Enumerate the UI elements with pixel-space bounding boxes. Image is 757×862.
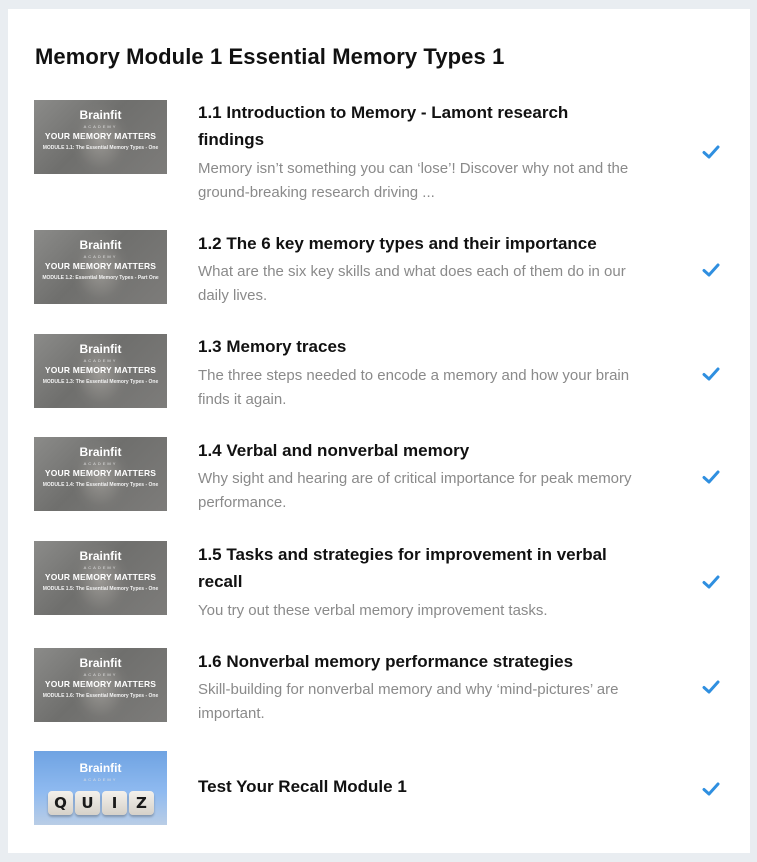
lesson-title[interactable]: 1.6 Nonverbal memory performance strateg… (198, 648, 638, 675)
thumbnail-subline: MODULE 1.1: The Essential Memory Types -… (42, 145, 159, 151)
lesson-title[interactable]: 1.4 Verbal and nonverbal memory (198, 437, 638, 464)
lesson-description: You try out these verbal memory improvem… (198, 602, 548, 619)
quiz-die: Z (129, 791, 154, 815)
thumbnail-academy: ACADEMY (83, 254, 118, 259)
thumbnail-headline: YOUR MEMORY MATTERS (44, 468, 157, 478)
quiz-die: I (102, 791, 127, 815)
thumbnail-subline: MODULE 1.2: Essential Memory Types - Par… (42, 275, 159, 281)
check-icon (702, 782, 720, 796)
lesson-thumbnail[interactable]: Brainfit ACADEMY YOUR MEMORY MATTERS MOD… (34, 648, 167, 722)
thumbnail-headline: YOUR MEMORY MATTERS (44, 261, 157, 271)
thumbnail-subline: MODULE 1.4: The Essential Memory Types -… (42, 482, 159, 488)
lesson-thumbnail[interactable]: Brainfit ACADEMY YOUR MEMORY MATTERS MOD… (34, 100, 167, 174)
thumbnail-brand: Brainfit (79, 342, 122, 356)
thumbnail-academy: ACADEMY (83, 358, 118, 363)
thumbnail-headline: YOUR MEMORY MATTERS (44, 131, 157, 141)
thumbnail-academy: ACADEMY (83, 565, 118, 570)
quiz-thumbnail[interactable]: Brainfit ACADEMY Q U I Z (34, 751, 167, 825)
thumbnail-brand: Brainfit (79, 238, 122, 252)
lesson-title[interactable]: 1.3 Memory traces (198, 333, 638, 360)
lesson-title[interactable]: 1.1 Introduction to Memory - Lamont rese… (198, 99, 638, 153)
lesson-title[interactable]: 1.5 Tasks and strategies for improvement… (198, 541, 638, 595)
thumbnail-brand: Brainfit (79, 108, 122, 122)
thumbnail-headline: YOUR MEMORY MATTERS (44, 679, 157, 689)
lesson-title[interactable]: 1.2 The 6 key memory types and their imp… (198, 230, 638, 257)
thumbnail-headline: YOUR MEMORY MATTERS (44, 572, 157, 582)
quiz-die: Q (48, 791, 73, 815)
check-icon (702, 145, 720, 159)
thumbnail-brand: Brainfit (79, 656, 122, 670)
lesson-thumbnail[interactable]: Brainfit ACADEMY YOUR MEMORY MATTERS MOD… (34, 541, 167, 615)
lesson-description: Skill-building for nonverbal memory and … (198, 681, 619, 722)
thumbnail-subline: MODULE 1.3: The Essential Memory Types -… (42, 379, 159, 385)
check-icon (702, 367, 720, 381)
lesson-description: Why sight and hearing are of critical im… (198, 470, 632, 511)
thumbnail-academy: ACADEMY (83, 777, 118, 782)
thumbnail-subline: MODULE 1.5: The Essential Memory Types -… (42, 586, 159, 592)
lesson-thumbnail[interactable]: Brainfit ACADEMY YOUR MEMORY MATTERS MOD… (34, 334, 167, 408)
lesson-title[interactable]: Test Your Recall Module 1 (198, 773, 638, 800)
check-icon (702, 470, 720, 484)
thumbnail-headline: YOUR MEMORY MATTERS (44, 365, 157, 375)
quiz-die: U (75, 791, 100, 815)
thumbnail-subline: MODULE 1.6: The Essential Memory Types -… (42, 693, 159, 699)
thumbnail-brand: Brainfit (79, 761, 122, 775)
lesson-description: The three steps needed to encode a memor… (198, 367, 630, 408)
lesson-description: Memory isn’t something you can ‘lose’! D… (198, 160, 629, 201)
thumbnail-academy: ACADEMY (83, 124, 118, 129)
module-title: Memory Module 1 Essential Memory Types 1 (35, 44, 505, 69)
check-icon (702, 263, 720, 277)
lesson-thumbnail[interactable]: Brainfit ACADEMY YOUR MEMORY MATTERS MOD… (34, 230, 167, 304)
quiz-dice: Q U I Z (48, 791, 154, 817)
lesson-thumbnail[interactable]: Brainfit ACADEMY YOUR MEMORY MATTERS MOD… (34, 437, 167, 511)
thumbnail-brand: Brainfit (79, 549, 122, 563)
thumbnail-academy: ACADEMY (83, 461, 118, 466)
thumbnail-brand: Brainfit (79, 445, 122, 459)
lesson-description: What are the six key skills and what doe… (198, 263, 626, 304)
check-icon (702, 575, 720, 589)
check-icon (702, 680, 720, 694)
thumbnail-academy: ACADEMY (83, 672, 118, 677)
module-card: Memory Module 1 Essential Memory Types 1… (8, 9, 750, 853)
